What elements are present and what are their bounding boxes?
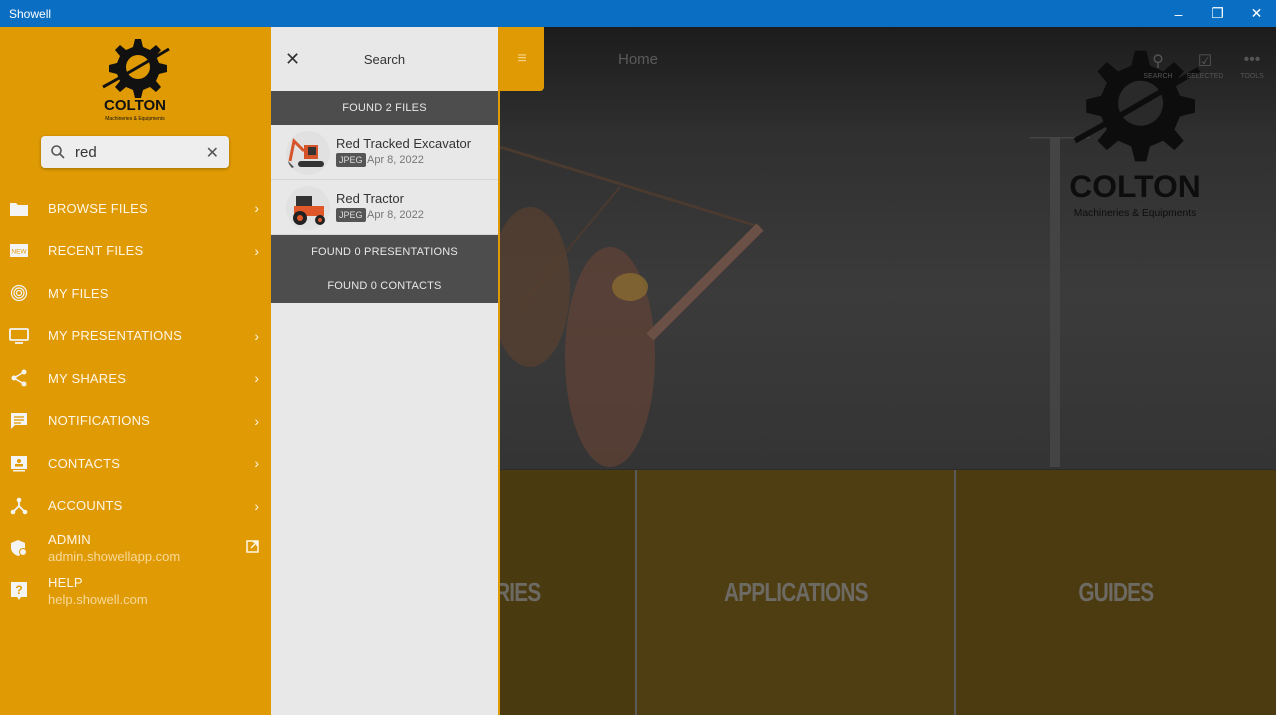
admin-url: admin.showellapp.com — [48, 549, 181, 564]
tile-applications[interactable]: APPLICATIONS — [637, 470, 956, 715]
sidebar-menu: BROWSE FILES › NEW RECENT FILES › MY FIL… — [0, 187, 271, 612]
sidebar-item-label: MY PRESENTATIONS — [48, 328, 182, 344]
sidebar-item-label: BROWSE FILES — [48, 200, 148, 216]
chevron-right-icon: › — [254, 242, 259, 259]
checkbox-icon: ☑ — [1197, 53, 1213, 70]
sidebar-item-label: MY FILES — [48, 285, 109, 301]
result-name: Red Tracked Excavator — [336, 136, 472, 151]
chevron-right-icon: › — [254, 327, 259, 344]
fingerprint-icon — [9, 283, 29, 303]
close-search-button[interactable]: ✕ — [285, 49, 300, 70]
search-input[interactable] — [75, 143, 195, 161]
excavator-thumbnail — [286, 131, 330, 175]
contacts-section-header: FOUND 0 CONTACTS — [271, 269, 498, 303]
search-panel-title: Search — [363, 51, 406, 67]
hero-banner: ≡ Home COLTON Machineries & Equipments ⚲… — [500, 27, 1276, 469]
sidebar-item-my-files[interactable]: MY FILES — [0, 272, 271, 315]
sidebar-item-label: MY SHARES — [48, 370, 127, 386]
toolbar-label: SELECTED — [1186, 73, 1224, 80]
shield-icon — [9, 538, 29, 558]
workers-illustration — [500, 145, 764, 467]
sidebar-item-label: RECENT FILES — [48, 243, 144, 259]
sidebar-item-label: CONTACTS — [48, 455, 121, 471]
svg-text:?: ? — [15, 583, 22, 597]
external-link-icon[interactable] — [246, 540, 259, 556]
message-icon — [9, 411, 29, 431]
sidebar-item-label: HELP — [48, 574, 83, 590]
monitor-icon — [9, 326, 29, 346]
brand-tagline: Machineries & Equipments — [105, 116, 165, 122]
sidebar-item-label: NOTIFICATIONS — [48, 413, 151, 429]
tile-label: ACCESSORIES — [500, 577, 541, 607]
chevron-right-icon: › — [254, 370, 259, 387]
tractor-thumbnail — [286, 186, 330, 230]
chevron-right-icon: › — [254, 200, 259, 217]
category-tiles: ACCESSORIES APPLICATIONS GUIDES — [500, 470, 1276, 715]
share-icon — [9, 368, 29, 388]
toolbar-selected-button[interactable]: ☑ SELECTED — [1185, 51, 1225, 80]
sidebar-item-label: ADMIN — [48, 532, 91, 547]
tile-label: APPLICATIONS — [723, 577, 869, 607]
sidebar: COLTON Machineries & Equipments ✕ BROWSE… — [0, 27, 271, 715]
tile-accessories[interactable]: ACCESSORIES — [500, 470, 637, 715]
chevron-right-icon: › — [254, 412, 259, 429]
svg-text:NEW: NEW — [11, 249, 27, 256]
toolbar-label: SEARCH — [1143, 73, 1173, 80]
page-title: Home — [618, 51, 659, 68]
contact-card-icon — [9, 453, 29, 473]
search-panel: ✕ Search FOUND 2 FILES Red Tracked Excav… — [271, 27, 500, 715]
toolbar-search-button[interactable]: ⚲ SEARCH — [1138, 51, 1178, 80]
help-url: help.showell.com — [48, 591, 148, 607]
sidebar-item-label: ACCOUNTS — [48, 498, 123, 514]
sidebar-item-help[interactable]: ? HELP help.showell.com — [0, 570, 271, 613]
help-icon: ? — [9, 581, 29, 601]
window-title: Showell — [9, 6, 52, 21]
search-icon: ⚲ — [1152, 53, 1164, 70]
sidebar-item-my-shares[interactable]: MY SHARES › — [0, 357, 271, 400]
minimize-button[interactable]: – — [1159, 0, 1198, 27]
sidebar-item-accounts[interactable]: ACCOUNTS › — [0, 485, 271, 528]
tile-label: GUIDES — [1078, 577, 1155, 607]
file-type-badge: JPEG — [336, 153, 366, 167]
new-badge-icon: NEW — [9, 241, 29, 261]
search-result-item[interactable]: Red Tractor JPEG Apr 8, 2022 — [271, 180, 498, 235]
sidebar-item-recent-files[interactable]: NEW RECENT FILES › — [0, 230, 271, 273]
accounts-icon — [9, 496, 29, 516]
tile-guides[interactable]: GUIDES — [956, 470, 1276, 715]
search-icon — [51, 145, 65, 159]
toolbar-tools-button[interactable]: ••• TOOLS — [1232, 51, 1272, 80]
more-icon: ••• — [1243, 51, 1261, 68]
search-result-item[interactable]: Red Tracked Excavator JPEG Apr 8, 2022 — [271, 125, 498, 180]
main-brand-name: COLTON — [1069, 168, 1201, 204]
chevron-right-icon: › — [254, 497, 259, 514]
close-button[interactable]: ✕ — [1237, 0, 1276, 27]
restore-button[interactable]: ❐ — [1198, 0, 1237, 27]
result-name: Red Tractor — [336, 191, 404, 206]
sidebar-item-my-presentations[interactable]: MY PRESENTATIONS › — [0, 315, 271, 358]
main-content: ≡ Home COLTON Machineries & Equipments ⚲… — [500, 27, 1276, 715]
presentations-section-header: FOUND 0 PRESENTATIONS — [271, 235, 498, 269]
search-field[interactable]: ✕ — [41, 136, 229, 168]
window-titlebar: Showell – ❐ ✕ — [0, 0, 1276, 27]
search-panel-header: ✕ Search — [271, 27, 498, 91]
chevron-right-icon: › — [254, 455, 259, 472]
files-section-header: FOUND 2 FILES — [271, 91, 498, 125]
sidebar-item-notifications[interactable]: NOTIFICATIONS › — [0, 400, 271, 443]
sidebar-item-browse-files[interactable]: BROWSE FILES › — [0, 187, 271, 230]
brand-name: COLTON — [104, 97, 166, 114]
sidebar-item-admin[interactable]: ADMIN admin.showellapp.com — [0, 527, 271, 570]
main-brand-tagline: Machineries & Equipments — [1074, 208, 1196, 219]
file-type-badge: JPEG — [336, 208, 366, 222]
menu-toggle-button[interactable]: ≡ — [500, 27, 544, 91]
brand-logo: COLTON Machineries & Equipments — [95, 35, 175, 123]
clear-search-icon[interactable]: ✕ — [206, 143, 219, 163]
sidebar-item-contacts[interactable]: CONTACTS › — [0, 442, 271, 485]
toolbar-label: TOOLS — [1240, 73, 1264, 80]
result-date: Apr 8, 2022 — [367, 154, 424, 166]
result-date: Apr 8, 2022 — [367, 209, 424, 221]
folder-icon — [9, 198, 29, 218]
